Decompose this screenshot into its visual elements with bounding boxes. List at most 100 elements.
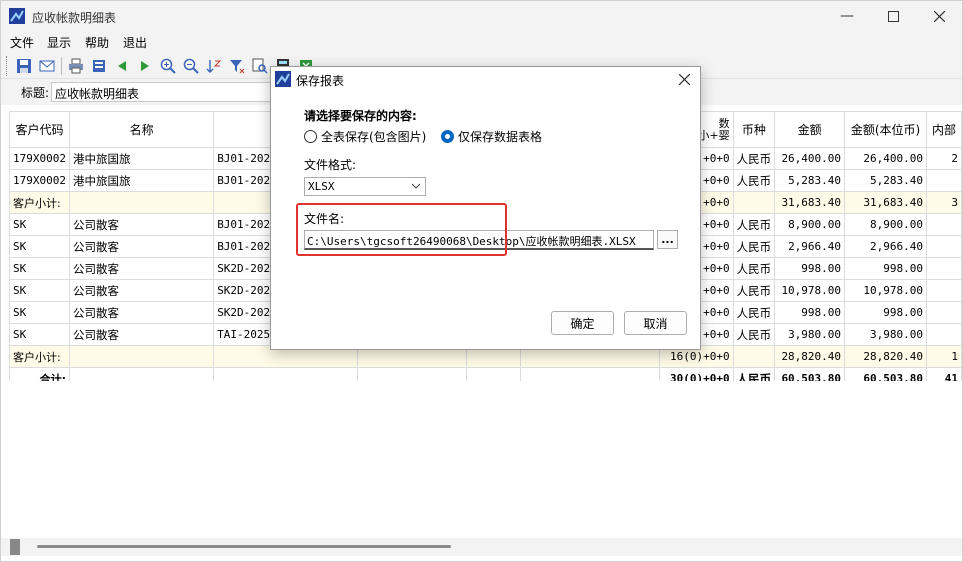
print-button[interactable] [66,56,85,75]
browse-button[interactable]: ... [657,230,678,249]
col-header-name[interactable]: 名称 [68,111,215,148]
col-header-amount-base[interactable]: 金额(本位币) [844,111,927,148]
table-cell: 公司散客 [68,257,215,280]
col-header-customer-code[interactable]: 客户代码 [9,111,70,148]
table-cell: 公司散客 [68,301,215,324]
table-cell [466,367,521,381]
email-icon [39,60,54,71]
table-cell: 28,820.40 [844,345,927,368]
minimize-icon: — [840,8,854,24]
table-cell: 1 [925,345,962,368]
close-button[interactable] [916,1,962,31]
table-cell: 8,900.00 [844,213,927,236]
next-page-button[interactable] [135,56,154,75]
menu-help[interactable]: 帮助 [85,34,109,51]
table-cell: 港中旅国旅 [68,147,215,170]
col-header-currency[interactable]: 币种 [732,111,776,148]
sort-button[interactable] [204,56,223,75]
table-cell [925,213,962,236]
table-cell: 8,900.00 [774,213,846,236]
radio-save-data-label: 仅保存数据表格 [458,130,543,144]
menu-exit[interactable]: 退出 [123,34,147,51]
find-icon [252,58,268,74]
table-cell [68,367,215,381]
table-cell: 5,283.40 [774,169,846,192]
save-button[interactable] [14,56,33,75]
maximize-button[interactable] [870,1,916,31]
col-header-internal[interactable]: 内部 [925,111,962,148]
table-cell: SK [9,213,70,236]
table-cell [519,367,660,381]
table-cell: 合计: [9,367,70,381]
radio-button-selected-icon [441,130,454,143]
dialog-title: 保存报表 [296,74,345,88]
find-button[interactable] [250,56,269,75]
horizontal-scrollbar[interactable] [1,538,962,556]
save-icon [16,58,31,73]
zoom-out-button[interactable] [181,56,200,75]
file-format-select[interactable]: XLSX [304,177,426,196]
table-cell [925,235,962,258]
scrollbar-thumb[interactable] [37,545,451,548]
table-cell [925,323,962,346]
table-cell [732,191,776,214]
prev-page-button[interactable] [112,56,131,75]
dialog-title-bar[interactable]: 保存报表 [271,67,700,91]
table-cell: 60,503.80 [774,367,846,381]
table-cell: 3 [925,191,962,214]
preview-button[interactable] [89,56,108,75]
table-cell [213,367,359,381]
table-cell: 31,683.40 [844,191,927,214]
table-cell: 港中旅国旅 [68,169,215,192]
menu-view[interactable]: 显示 [47,34,71,51]
minimize-button[interactable]: — [824,1,870,31]
highlight-annotation [296,203,507,256]
table-cell [925,257,962,280]
window-title: 应收帐款明细表 [32,11,117,25]
table-cell: 10,978.00 [774,279,846,302]
chevron-down-icon [411,183,421,189]
table-cell: 998.00 [774,257,846,280]
menu-file[interactable]: 文件 [10,34,34,51]
table-cell: 公司散客 [68,213,215,236]
radio-button-icon [304,130,317,143]
report-title-input[interactable]: 应收帐款明细表 [51,82,271,102]
preview-icon [92,59,105,72]
scroll-left-button[interactable] [10,539,20,555]
report-title-label: 标题: [21,86,50,100]
toolbar-grip[interactable] [6,56,9,76]
prev-icon [117,60,126,71]
table-cell: 30(0)+0+0 [658,367,734,381]
total-row[interactable]: 合计: 30(0)+0+0 人民币 60,503.80 60,503.80 41 [9,367,962,381]
zoom-in-button[interactable] [158,56,177,75]
print-icon [68,58,83,73]
dialog-close-button[interactable] [674,69,694,89]
table-cell: 60,503.80 [844,367,927,381]
table-cell: 人民币 [732,169,776,192]
table-cell: 人民币 [732,147,776,170]
table-cell: 公司散客 [68,235,215,258]
table-cell [925,169,962,192]
cancel-button[interactable]: 取消 [624,311,687,335]
table-cell: 公司散客 [68,279,215,302]
radio-save-all[interactable]: 全表保存(包含图片) [304,128,426,145]
table-cell: 人民币 [732,279,776,302]
table-cell: 客户小计: [9,191,70,214]
ok-button[interactable]: 确定 [551,311,614,335]
filter-button[interactable] [227,56,246,75]
table-cell: 人民币 [732,323,776,346]
file-format-label: 文件格式: [304,158,357,172]
table-cell: 998.00 [774,301,846,324]
sort-icon [206,59,221,73]
table-cell: 2 [925,147,962,170]
table-cell: 客户小计: [9,345,70,368]
email-button[interactable] [37,56,56,75]
table-cell: 公司散客 [68,323,215,346]
radio-save-data-only[interactable]: 仅保存数据表格 [441,128,542,145]
table-cell [925,301,962,324]
col-header-amount[interactable]: 金额 [774,111,846,148]
zoom-out-icon [183,58,199,74]
table-cell: 人民币 [732,257,776,280]
title-bar[interactable]: 应收帐款明细表 — [1,1,962,31]
zoom-in-icon [160,58,176,74]
